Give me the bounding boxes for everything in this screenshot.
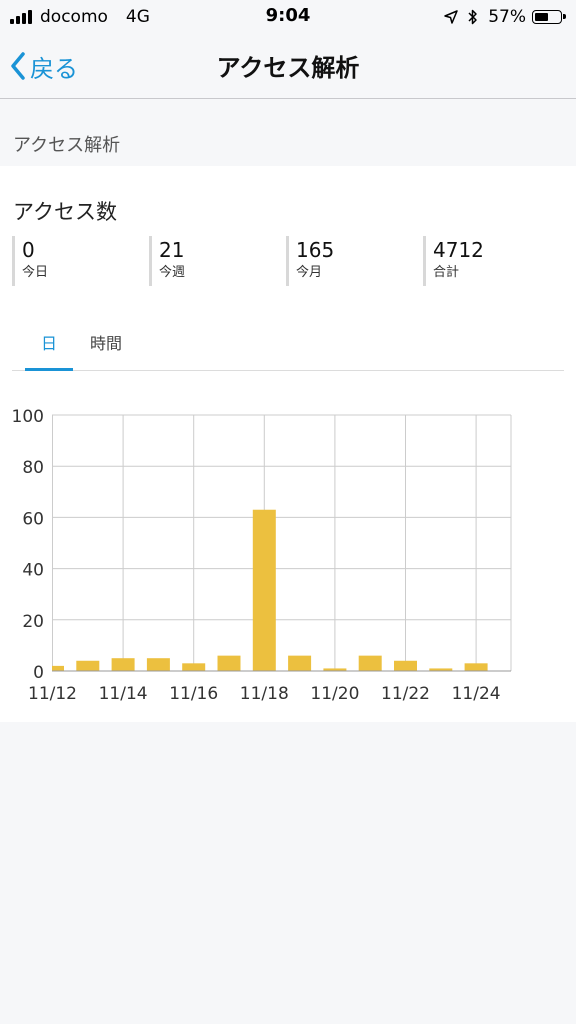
bar-11-22 — [394, 660, 417, 671]
stat-value: 4712 — [433, 238, 484, 262]
x-tick-label: 11/14 — [99, 684, 148, 704]
y-tick-label: 40 — [22, 561, 44, 581]
bar-11-13 — [76, 660, 100, 671]
bar-11-12 — [52, 665, 64, 671]
stat-label: 合計 — [433, 265, 460, 280]
bar-11-16 — [182, 663, 206, 671]
tab-day[interactable]: 日 — [25, 324, 73, 371]
page-title: アクセス解析 — [216, 54, 360, 82]
bar-11-18 — [252, 509, 276, 671]
access-bar-chart: 0 20 40 60 80 100 11/12 11/14 11/16 11/18 11/20 11/… — [12, 407, 512, 704]
navigation-bar: 戻る アクセス解析 — [0, 34, 576, 99]
stat-today: 0 今日 — [12, 236, 48, 286]
bar-11-24 — [464, 663, 488, 671]
stat-value: 165 — [296, 238, 335, 262]
access-count-card: アクセス数 0 今日 21 今週 165 今月 4712 合計 日 時間 0 20… — [0, 166, 576, 722]
stat-label: 今日 — [22, 265, 49, 280]
bar-11-15 — [146, 658, 170, 671]
bar-11-21 — [358, 655, 382, 671]
section-header: アクセス解析 — [0, 99, 576, 166]
x-tick-label: 11/24 — [452, 684, 501, 704]
y-tick-label: 100 — [12, 407, 44, 427]
x-tick-label: 11/20 — [310, 684, 359, 704]
card-title: アクセス数 — [13, 200, 117, 224]
stat-total: 4712 合計 — [423, 236, 484, 286]
stats-row: 0 今日 21 今週 165 今月 4712 合計 — [12, 236, 564, 288]
stat-label: 今月 — [296, 265, 323, 280]
y-tick-label: 20 — [22, 612, 44, 632]
battery-percent: 57% — [488, 7, 526, 27]
stat-value: 0 — [22, 238, 35, 262]
y-tick-label: 60 — [22, 509, 44, 529]
status-right: 57% — [434, 5, 566, 29]
bar-11-19 — [288, 655, 312, 671]
stat-this-week: 21 今週 — [149, 236, 185, 286]
tab-hour[interactable]: 時間 — [82, 324, 130, 368]
section-header-label: アクセス解析 — [13, 135, 121, 156]
location-arrow-icon — [444, 10, 458, 24]
bar-11-17 — [217, 655, 241, 671]
chart-tabs: 日 時間 — [12, 324, 564, 371]
bluetooth-icon — [468, 9, 478, 25]
stat-label: 今週 — [159, 265, 186, 280]
x-tick-label: 11/12 — [28, 684, 77, 704]
battery-icon — [532, 10, 566, 24]
y-tick-label: 80 — [22, 458, 44, 478]
x-tick-label: 11/16 — [169, 684, 218, 704]
stat-this-month: 165 今月 — [286, 236, 334, 286]
x-tick-label: 11/22 — [381, 684, 430, 704]
y-tick-label: 0 — [33, 663, 44, 683]
status-bar: docomo 4G 9:04 57% — [0, 0, 576, 34]
x-tick-label: 11/18 — [240, 684, 289, 704]
bar-11-14 — [111, 658, 135, 671]
stat-value: 21 — [159, 238, 185, 262]
